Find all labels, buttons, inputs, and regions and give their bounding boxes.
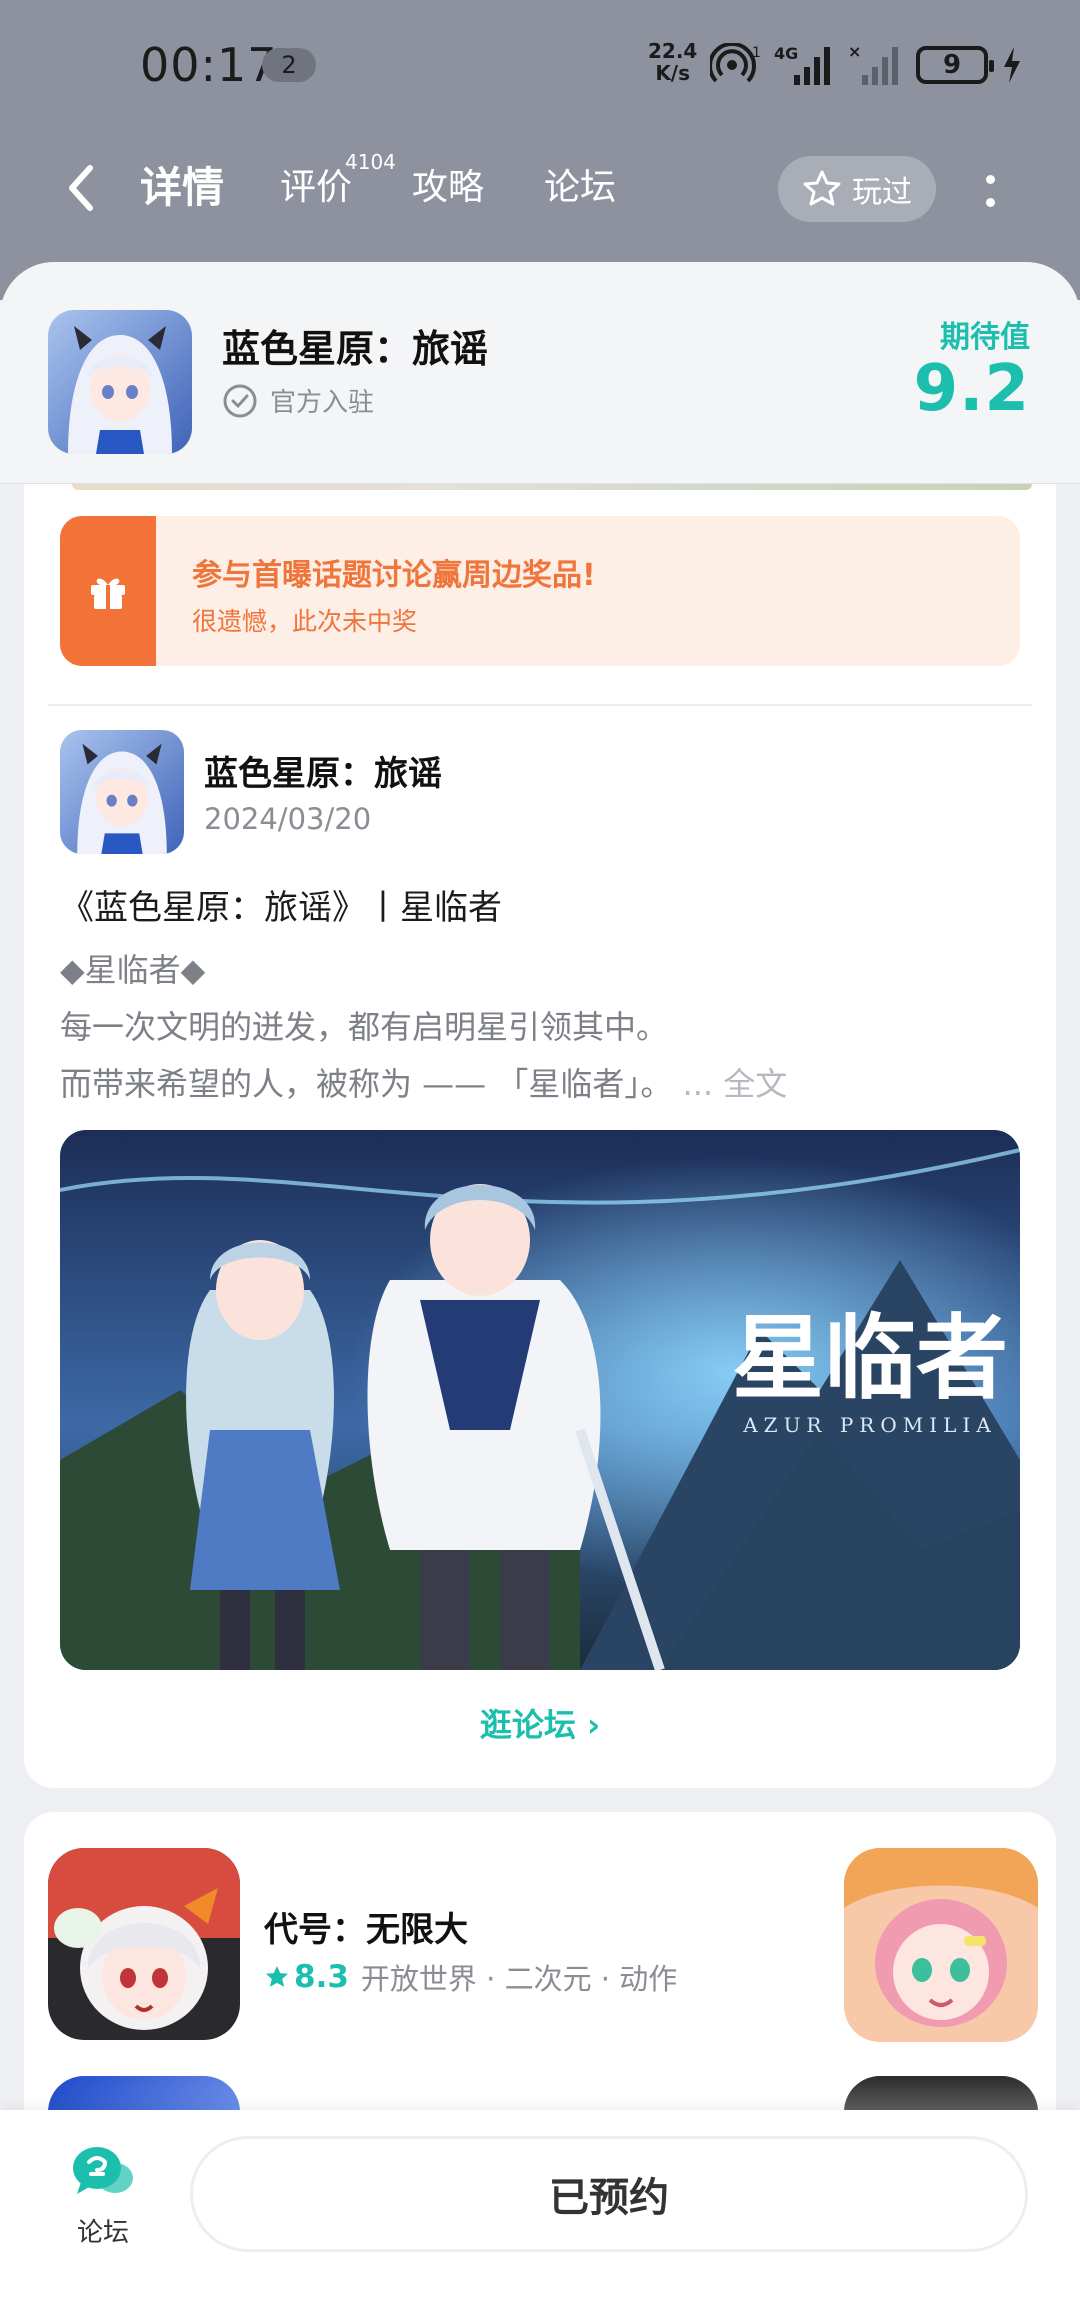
star-filled-icon xyxy=(265,1965,289,1987)
forum-chat-icon xyxy=(73,2147,133,2194)
content-card: 参与首曝话题讨论赢周边奖品! 很遗憾，此次未中奖 蓝色星原：旅谣 2024/03… xyxy=(24,484,1056,1788)
bottom-forum-label: 论坛 xyxy=(76,2218,129,2248)
game-icon[interactable] xyxy=(48,310,192,454)
tab-guides[interactable]: 攻略 xyxy=(412,160,484,216)
reserved-button[interactable]: 已预约 xyxy=(190,2136,1028,2252)
rec-score-value: 8.3 xyxy=(294,1959,349,1995)
network-speed-value: 22.4 xyxy=(648,39,698,63)
rec-game-meta: 8.3 开放世界 · 二次元 · 动作 xyxy=(264,1956,677,1998)
signal-empty-icon: × xyxy=(848,43,898,85)
expectation-score: 9.2 xyxy=(913,352,1030,426)
post-excerpt[interactable]: ◆星临者◆ 每一次文明的迸发，都有启明星引领其中。 而带来希望的人，被称为 ——… xyxy=(60,942,787,1113)
bottom-action-bar: 论坛 已预约 xyxy=(0,2110,1080,2310)
network-speed-unit: K/s xyxy=(655,61,691,85)
svg-text:1: 1 xyxy=(752,45,760,61)
post-title[interactable]: 《蓝色星原：旅谣》丨星临者 xyxy=(60,880,502,929)
status-bar: 00:17 2 22.4 K/s 1 4G × 9 xyxy=(0,0,1080,130)
game-title: 蓝色星原：旅谣 xyxy=(222,327,489,371)
post-line-text: 而带来希望的人，被称为 —— 「星临者」。 xyxy=(60,1065,673,1103)
chevron-left-icon xyxy=(69,165,93,211)
game-header: 蓝色星原：旅谣 官方入驻 期待值 9.2 xyxy=(0,262,1080,484)
reviews-count: 4104 xyxy=(345,150,396,174)
status-time: 00:17 xyxy=(140,38,278,92)
promo-result: 很遗憾，此次未中奖 xyxy=(192,607,418,636)
promo-icon-box xyxy=(60,516,156,666)
post-date: 2024/03/20 xyxy=(204,802,372,836)
status-icons: 1 4G × 9 xyxy=(710,40,1022,90)
charging-bolt-icon xyxy=(1004,47,1020,83)
network-speed: 22.4 K/s xyxy=(648,40,697,84)
network-type-label: 4G xyxy=(774,44,798,63)
post-line: 而带来希望的人，被称为 —— 「星临者」。 ... 全文 xyxy=(60,1056,787,1113)
tab-forum[interactable]: 论坛 xyxy=(544,160,616,216)
rec-side-game-icon[interactable] xyxy=(844,1848,1038,2042)
more-dot-icon xyxy=(985,198,995,207)
gift-icon xyxy=(91,578,125,609)
tab-details[interactable]: 详情 xyxy=(133,160,231,216)
chevron-right-icon: › xyxy=(586,1706,601,1744)
banner-title: 星临者 xyxy=(732,1304,1008,1412)
section-divider xyxy=(48,704,1032,706)
post-author-name[interactable]: 蓝色星原：旅谣 xyxy=(204,746,442,795)
promo-title: 参与首曝话题讨论赢周边奖品! xyxy=(192,558,596,593)
played-button[interactable]: 玩过 xyxy=(778,156,936,222)
ellipsis: ... xyxy=(682,1065,714,1103)
more-dot-icon xyxy=(985,175,995,184)
post-line: 每一次文明的迸发，都有启明星引领其中。 xyxy=(60,1008,669,1046)
bottom-forum-button[interactable]: 论坛 xyxy=(58,2142,148,2249)
post-line: ◆星临者◆ xyxy=(60,951,206,989)
tab-reviews[interactable]: 评价 xyxy=(280,160,352,216)
post-banner-image[interactable]: 星临者 AZUR PROMILIA xyxy=(60,1130,1020,1670)
top-navigation: 详情 评价 4104 攻略 论坛 玩过 xyxy=(0,140,1080,240)
back-button[interactable] xyxy=(56,160,106,216)
star-outline-icon xyxy=(803,170,841,206)
banner-subtitle: AZUR PROMILIA xyxy=(742,1413,997,1437)
previous-image-edge xyxy=(72,484,1032,490)
rec-tags: 开放世界 · 二次元 · 动作 xyxy=(360,1962,678,1996)
promo-banner[interactable]: 参与首曝话题讨论赢周边奖品! 很遗憾，此次未中奖 xyxy=(60,516,1020,666)
browse-forum-label: 逛论坛 xyxy=(479,1706,576,1744)
full-text-link[interactable]: 全文 xyxy=(723,1065,787,1103)
rec-game-name[interactable]: 代号：无限大 xyxy=(264,1902,468,1951)
rec-game-icon[interactable] xyxy=(48,1848,240,2040)
expectation-label: 期待值 xyxy=(940,320,1030,355)
rec-score: 8.3 xyxy=(264,1959,349,1995)
svg-text:×: × xyxy=(848,43,861,61)
notification-count-badge: 2 xyxy=(262,48,316,82)
official-verified-label: 官方入驻 xyxy=(222,382,374,419)
played-label: 玩过 xyxy=(852,175,912,210)
more-options-button[interactable] xyxy=(972,166,1008,216)
signal-strength-icon: 4G xyxy=(774,44,830,85)
battery-indicator: 9 xyxy=(916,46,994,84)
official-text: 官方入驻 xyxy=(270,388,375,418)
hotspot-icon: 1 xyxy=(710,43,760,83)
author-avatar[interactable] xyxy=(60,730,184,854)
verified-check-icon xyxy=(223,384,257,417)
browse-forum-link[interactable]: 逛论坛 › xyxy=(24,1700,1056,1746)
